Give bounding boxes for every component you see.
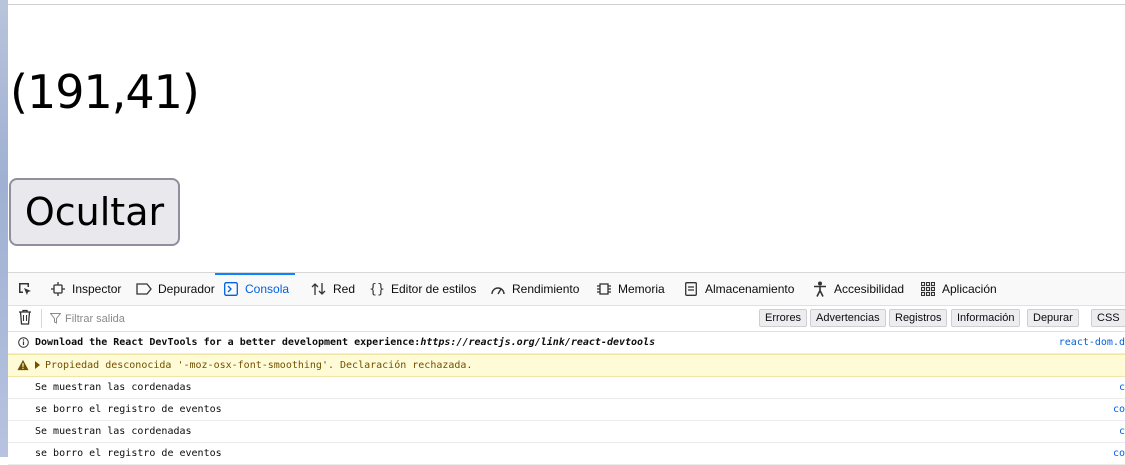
- element-picker-icon[interactable]: [15, 279, 35, 299]
- tab-label: Aplicación: [942, 282, 997, 296]
- tab-label: Rendimiento: [512, 282, 580, 296]
- message-source-link[interactable]: co: [1113, 399, 1125, 419]
- react-devtools-link[interactable]: https://reactjs.org/link/react-devtools: [420, 337, 655, 348]
- filter-debug-button[interactable]: Depurar: [1027, 309, 1079, 327]
- tab-label: Consola: [245, 282, 290, 296]
- filter-css-button[interactable]: CSS: [1091, 309, 1125, 327]
- info-icon: [17, 336, 29, 348]
- tab-accessibility[interactable]: Accesibilidad: [812, 273, 904, 305]
- network-icon: [311, 281, 327, 297]
- filter-icon: [50, 313, 61, 324]
- performance-icon: [490, 281, 506, 297]
- devtools-panel: Inspector Depurador Consola Red {} Edito…: [8, 272, 1125, 465]
- memory-icon: [596, 281, 612, 297]
- tab-label: Red: [333, 282, 356, 296]
- filter-logs-button[interactable]: Registros: [889, 309, 948, 327]
- application-icon: [920, 281, 936, 297]
- message-text: Propiedad desconocida '-moz-osx-font-smo…: [45, 359, 473, 371]
- style-editor-icon: {}: [369, 281, 385, 297]
- message-text: Se muestran las cordenadas: [35, 381, 192, 393]
- tab-performance[interactable]: Rendimiento: [490, 273, 579, 305]
- tab-label: Editor de estilos: [391, 282, 477, 296]
- message-text: se borro el registro de eventos: [35, 403, 222, 415]
- console-message-warning: Propiedad desconocida '-moz-osx-font-smo…: [8, 354, 1125, 377]
- tab-label: Almacenamiento: [705, 282, 795, 296]
- tab-console[interactable]: Consola: [215, 273, 296, 305]
- debugger-icon: [136, 281, 152, 297]
- toolbar-divider: [41, 309, 42, 328]
- tab-label: Inspector: [72, 282, 122, 296]
- console-message-log: se borro el registro de eventos co: [8, 399, 1125, 421]
- console-filter-bar: Errores Advertencias Registros Informaci…: [8, 306, 1125, 332]
- message-source-link[interactable]: c: [1119, 421, 1125, 441]
- console-message-log: se borro el registro de eventos co: [8, 443, 1125, 465]
- expand-arrow-icon[interactable]: [35, 361, 40, 369]
- tab-style-editor[interactable]: {} Editor de estilos: [369, 273, 476, 305]
- tab-inspector[interactable]: Inspector: [50, 273, 121, 305]
- coordinates-display: (191,41): [10, 65, 200, 119]
- filter-output-input[interactable]: [65, 312, 325, 325]
- tab-memory[interactable]: Memoria: [596, 273, 665, 305]
- tab-label: Memoria: [618, 282, 665, 296]
- filter-errors-button[interactable]: Errores: [759, 309, 808, 327]
- tab-label: Accesibilidad: [834, 282, 905, 296]
- tab-debugger[interactable]: Depurador: [136, 273, 215, 305]
- message-text: Download the React DevTools for a better…: [35, 336, 421, 348]
- filter-warnings-button[interactable]: Advertencias: [810, 309, 886, 327]
- console-message-log: Se muestran las cordenadas c: [8, 421, 1125, 443]
- tab-application[interactable]: Aplicación: [920, 273, 997, 305]
- devtools-toolbar: Inspector Depurador Consola Red {} Edito…: [8, 273, 1125, 306]
- console-icon: [223, 281, 239, 297]
- console-message-info: Download the React DevTools for a better…: [8, 332, 1125, 354]
- window-left-edge: [0, 0, 8, 457]
- page-top-divider: [8, 4, 1125, 5]
- console-message-log: Se muestran las cordenadas c: [8, 377, 1125, 399]
- inspector-icon: [50, 281, 66, 297]
- message-text: Se muestran las cordenadas: [35, 425, 192, 437]
- console-output: Download the React DevTools for a better…: [8, 332, 1125, 465]
- accessibility-icon: [812, 281, 828, 297]
- storage-icon: [683, 281, 699, 297]
- ocultar-button[interactable]: Ocultar: [9, 178, 180, 246]
- message-text: se borro el registro de eventos: [35, 447, 222, 459]
- filter-field[interactable]: [50, 308, 350, 329]
- message-source-link[interactable]: co: [1113, 443, 1125, 463]
- message-source-link[interactable]: c: [1119, 377, 1125, 397]
- warning-icon: [17, 359, 29, 371]
- message-source-link[interactable]: react-dom.d: [1059, 332, 1125, 352]
- tab-network[interactable]: Red: [311, 273, 355, 305]
- filter-info-button[interactable]: Información: [951, 309, 1021, 327]
- clear-console-icon[interactable]: [18, 309, 34, 327]
- tab-storage[interactable]: Almacenamiento: [683, 273, 794, 305]
- tab-label: Depurador: [158, 282, 215, 296]
